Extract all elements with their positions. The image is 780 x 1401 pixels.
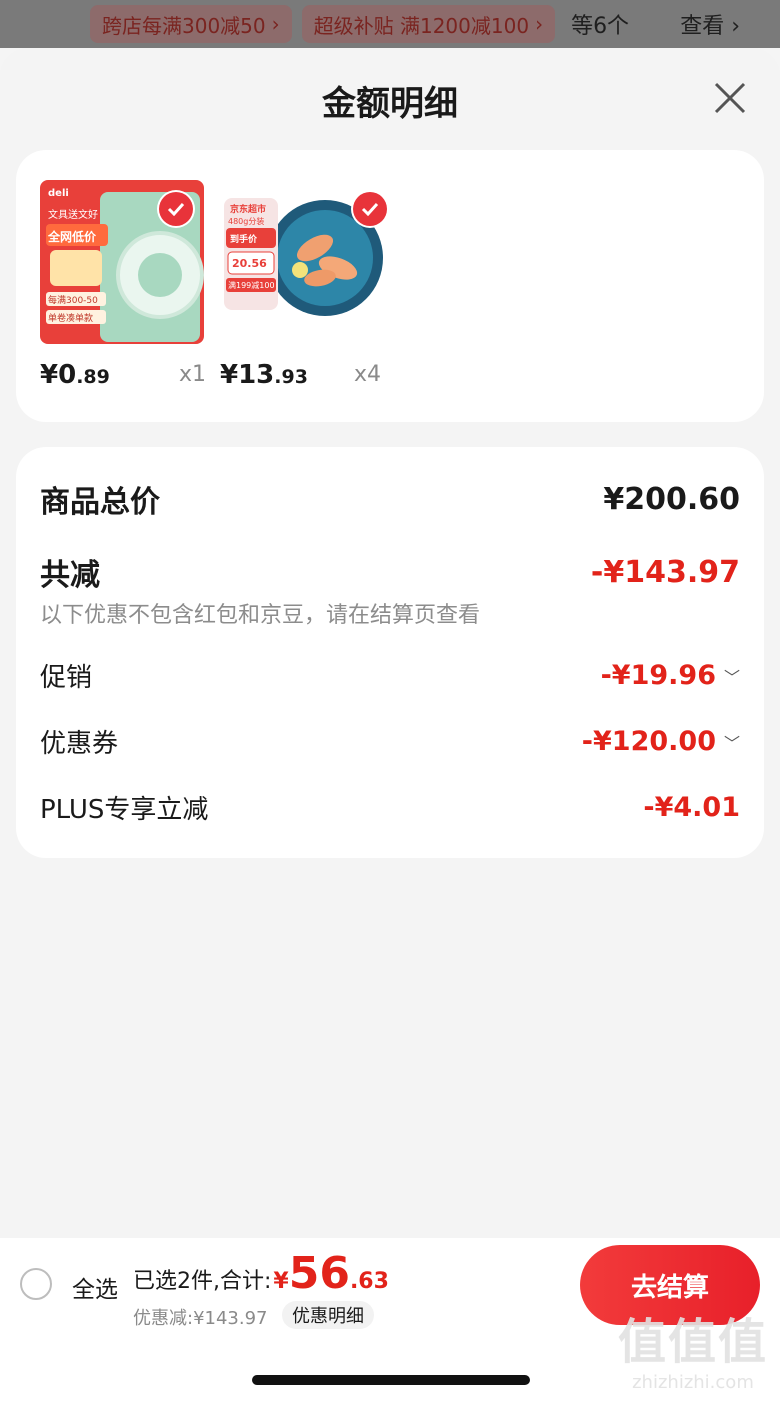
- discount-detail-button[interactable]: 优惠明细: [282, 1301, 374, 1329]
- product-qty-chicken: x4: [354, 362, 382, 387]
- total-amount-int: 56: [288, 1248, 350, 1299]
- total-price-row: 商品总价 ¥200.60: [40, 477, 740, 521]
- product-price-chicken: ¥13.93: [220, 360, 308, 390]
- promo-strip: 跨店每满300减50 › 超级补贴 满1200减100 › 等6个 查看 ›: [0, 0, 780, 48]
- total-discount-row: 共减 -¥143.97: [40, 550, 740, 594]
- promo-view-label: 查看: [680, 14, 725, 39]
- close-icon[interactable]: [710, 78, 750, 118]
- promo-tag-subsidy[interactable]: 超级补贴 满1200减100 ›: [301, 5, 556, 43]
- product-badge1-tape: 文具送文好: [48, 210, 98, 221]
- watermark-logo: 值值值: [617, 1314, 768, 1370]
- total-price-label: 商品总价: [40, 485, 160, 520]
- total-discount-value: -¥143.97: [590, 554, 740, 590]
- product-badge4-chicken: 满199减100: [228, 281, 275, 290]
- plus-discount-value: -¥4.01: [643, 792, 740, 823]
- coupon-label: 优惠券: [40, 729, 119, 759]
- product-brand-tape: deli: [48, 188, 69, 199]
- summary-card: 商品总价 ¥200.60 共减 -¥143.97 以下优惠不包含红包和京豆，请在…: [16, 447, 764, 858]
- selected-total: 已选2件,合计: ¥ 56 .63: [133, 1248, 389, 1299]
- coupon-row[interactable]: 优惠券 -¥120.00 ﹀: [40, 723, 740, 760]
- product-badge1-chicken: 480g分装: [228, 217, 265, 226]
- watermark-url: zhizhizhi.com: [632, 1372, 754, 1393]
- promo-tag-subsidy-label: 超级补贴 满1200减100: [313, 13, 530, 38]
- coupon-value-group: -¥120.00 ﹀: [582, 726, 740, 757]
- promo-tag-cross-store[interactable]: 跨店每满300减50 ›: [90, 5, 292, 43]
- sheet-title: 金额明细: [322, 84, 458, 124]
- checkmark-icon[interactable]: [353, 192, 387, 226]
- home-indicator: [252, 1375, 530, 1385]
- select-all-label[interactable]: 全选: [72, 1270, 118, 1304]
- product-badge4-tape: 单卷凑单款: [48, 314, 94, 324]
- checkmark-icon[interactable]: [159, 192, 193, 226]
- product-badge2-tape: 全网低价: [48, 230, 97, 244]
- promo-view-link[interactable]: 查看 ›: [680, 8, 740, 40]
- coupon-value: -¥120.00: [581, 726, 716, 757]
- chevron-right-icon: ›: [271, 12, 280, 36]
- plus-discount-row: PLUS专享立减 -¥4.01: [40, 789, 740, 826]
- watermark: 值值值 zhizhizhi.com: [618, 1302, 768, 1393]
- selected-count-text: 已选2件,合计:: [133, 1269, 272, 1294]
- total-currency: ¥: [273, 1269, 289, 1294]
- plus-discount-label: PLUS专享立减: [40, 795, 209, 825]
- chevron-down-icon[interactable]: ﹀: [724, 730, 740, 754]
- chevron-down-icon[interactable]: ﹀: [724, 664, 740, 688]
- total-amount-dec: .63: [349, 1269, 389, 1294]
- products-card: deli 文具送文好 全网低价 每满300-50 单卷凑单款 ¥0.89 x1: [16, 150, 764, 422]
- product-qty-tape: x1: [179, 362, 207, 387]
- product-badge2-chicken: 到手价: [230, 235, 258, 245]
- product-item-chicken[interactable]: 京东超市 480g分装 到手价 20.56 满199减100 ¥13.93 x4: [220, 180, 390, 400]
- discount-note: 以下优惠不包含红包和京豆，请在结算页查看: [40, 603, 481, 628]
- promotion-value-group: -¥19.96 ﹀: [601, 660, 740, 691]
- promotion-label: 促销: [40, 663, 93, 693]
- chevron-right-icon: ›: [535, 12, 544, 36]
- amount-detail-sheet: 金额明细 deli 文具送文好 全网低价 每满300-50 单卷凑单款 ¥0.8…: [0, 48, 780, 1401]
- product-badge3-chicken: 20.56: [232, 257, 267, 270]
- promo-tag-cross-store-label: 跨店每满300减50: [102, 13, 266, 38]
- product-item-tape[interactable]: deli 文具送文好 全网低价 每满300-50 单卷凑单款 ¥0.89 x1: [40, 180, 210, 400]
- product-price-tape: ¥0.89: [40, 360, 110, 390]
- total-discount-label: 共减: [40, 558, 100, 593]
- select-all-radio[interactable]: [20, 1268, 52, 1300]
- promo-more-count: 等6个: [571, 14, 630, 39]
- saved-amount: 优惠减:¥143.97: [133, 1308, 268, 1329]
- total-price-value: ¥200.60: [603, 481, 740, 517]
- product-badge3-tape: 每满300-50: [48, 296, 98, 306]
- promotion-value: -¥19.96: [600, 660, 716, 691]
- promotion-row[interactable]: 促销 -¥19.96 ﹀: [40, 657, 740, 694]
- product-brand-chicken: 京东超市: [230, 205, 267, 215]
